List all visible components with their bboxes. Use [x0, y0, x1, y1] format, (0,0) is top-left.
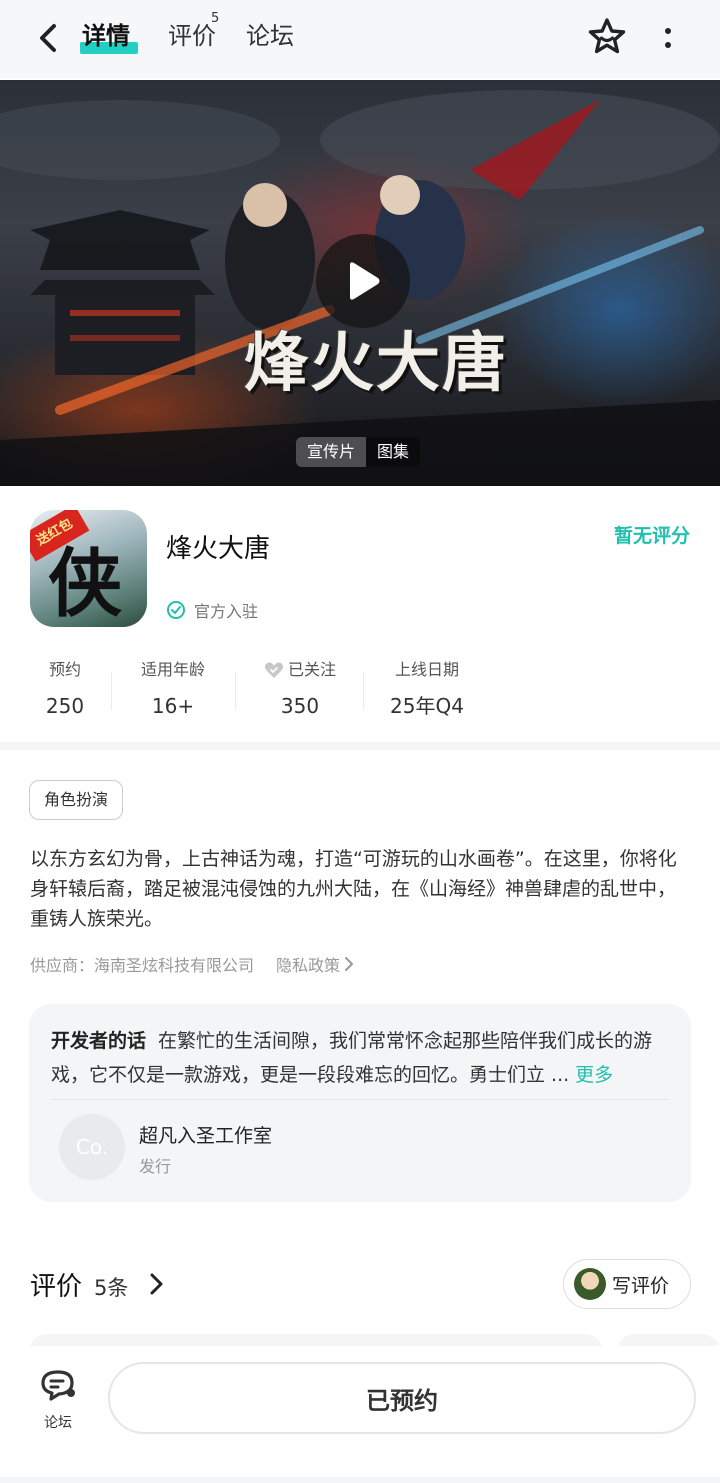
app-detail-page: 详情 评价 5 论坛 烽火大唐 宣传片 图集 侠 送红包 烽火大唐 官方入驻 暂…: [0, 0, 720, 1483]
play-button[interactable]: [316, 234, 410, 328]
forum-label: 论坛: [44, 1415, 72, 1431]
favorite-button[interactable]: [586, 16, 628, 58]
chevron-right-icon: [345, 957, 354, 971]
stat-value: 16+: [151, 694, 195, 718]
stat-divider: [235, 672, 236, 710]
publisher-role: 发行: [139, 1157, 172, 1176]
app-icon: 侠 送红包: [30, 510, 147, 627]
tab-details[interactable]: 详情: [82, 20, 130, 52]
game-description: 以东方玄幻为骨，上古神话为魂，打造“可游玩的山水画卷”。在这里，你将化身轩辕后裔…: [30, 848, 677, 930]
stat-value: 250: [45, 694, 85, 718]
back-arrow-icon: [40, 24, 56, 52]
reviews-title[interactable]: 评价: [30, 1266, 82, 1303]
stat-release-date: 上线日期 25年Q4: [380, 656, 474, 724]
publisher-name[interactable]: 超凡入圣工作室: [139, 1121, 272, 1148]
app-name: 烽火大唐: [166, 534, 271, 564]
stat-label: 适用年龄: [140, 660, 205, 679]
developer-note: 开发者的话 在繁忙的生活间隙，我们常常怀念起那些陪伴我们成长的游戏，它不仅是一款游…: [51, 1024, 675, 1092]
reserved-button[interactable]: 已预约: [108, 1362, 696, 1434]
developer-card: 开发者的话 在繁忙的生活间隙，我们常常怀念起那些陪伴我们成长的游戏，它不仅是一款游…: [29, 1004, 691, 1202]
privacy-policy-link[interactable]: 隐私政策: [276, 952, 354, 976]
verified-check-icon: [167, 601, 185, 619]
stat-divider: [111, 672, 112, 710]
privacy-label: 隐私政策: [276, 956, 341, 975]
chat-bubble-icon: [41, 1370, 75, 1401]
developer-note-heading: 开发者的话: [51, 1030, 147, 1052]
write-review-button[interactable]: 写评价: [563, 1259, 691, 1309]
media-segment-control: 宣传片 图集: [296, 437, 421, 467]
official-label: 官方入驻: [194, 602, 259, 621]
tab-reviews[interactable]: 评价: [168, 20, 216, 52]
back-button[interactable]: [30, 20, 66, 56]
supplier-row: 供应商：海南圣炫科技有限公司 隐私政策: [30, 952, 354, 976]
supplier-text: 供应商：海南圣炫科技有限公司: [30, 956, 255, 975]
stat-value: 350: [280, 694, 320, 718]
segment-gallery[interactable]: 图集: [366, 437, 420, 467]
forum-shortcut-button[interactable]: 论坛: [36, 1368, 80, 1432]
stat-divider: [363, 672, 364, 710]
reviews-count[interactable]: 5条: [94, 1272, 128, 1302]
top-bar: 详情 评价 5 论坛: [0, 0, 720, 78]
divider: [51, 1099, 669, 1100]
star-icon: [588, 18, 626, 54]
genre-tag[interactable]: 角色扮演: [29, 780, 124, 820]
bottom-divider: [0, 1477, 720, 1483]
score-text[interactable]: 暂无评分: [614, 521, 690, 548]
stats-row: 预约 250 适用年龄 16+ 已关注 350 上线日期 25年Q4: [0, 656, 720, 726]
user-avatar: [574, 1268, 606, 1300]
publisher-avatar[interactable]: Co.: [59, 1114, 125, 1180]
more-options-button[interactable]: [656, 18, 680, 58]
stat-label: 上线日期: [394, 660, 459, 679]
stat-reservations: 预约 250: [30, 656, 100, 724]
review-count-badge: 5: [211, 11, 220, 26]
write-review-label: 写评价: [612, 1274, 670, 1297]
stat-label: 预约: [48, 660, 81, 679]
tab-forum[interactable]: 论坛: [246, 20, 294, 52]
stat-label: 已关注: [287, 660, 336, 679]
segment-video[interactable]: 宣传片: [296, 437, 367, 467]
stat-label-row: 已关注: [250, 656, 350, 684]
more-vertical-icon: [665, 28, 671, 34]
stat-value: 25年Q4: [390, 694, 464, 718]
heart-icon: [264, 662, 284, 678]
official-badge: 官方入驻: [166, 598, 258, 622]
play-icon: [350, 262, 380, 300]
stat-age-rating: 适用年龄 16+: [128, 656, 218, 724]
chevron-right-icon[interactable]: [146, 1270, 168, 1298]
developer-more-link[interactable]: 更多: [575, 1064, 613, 1086]
stat-followers[interactable]: 已关注 350: [250, 656, 350, 724]
promo-banner[interactable]: 烽火大唐 宣传片 图集: [0, 80, 720, 486]
section-divider: [0, 742, 720, 750]
